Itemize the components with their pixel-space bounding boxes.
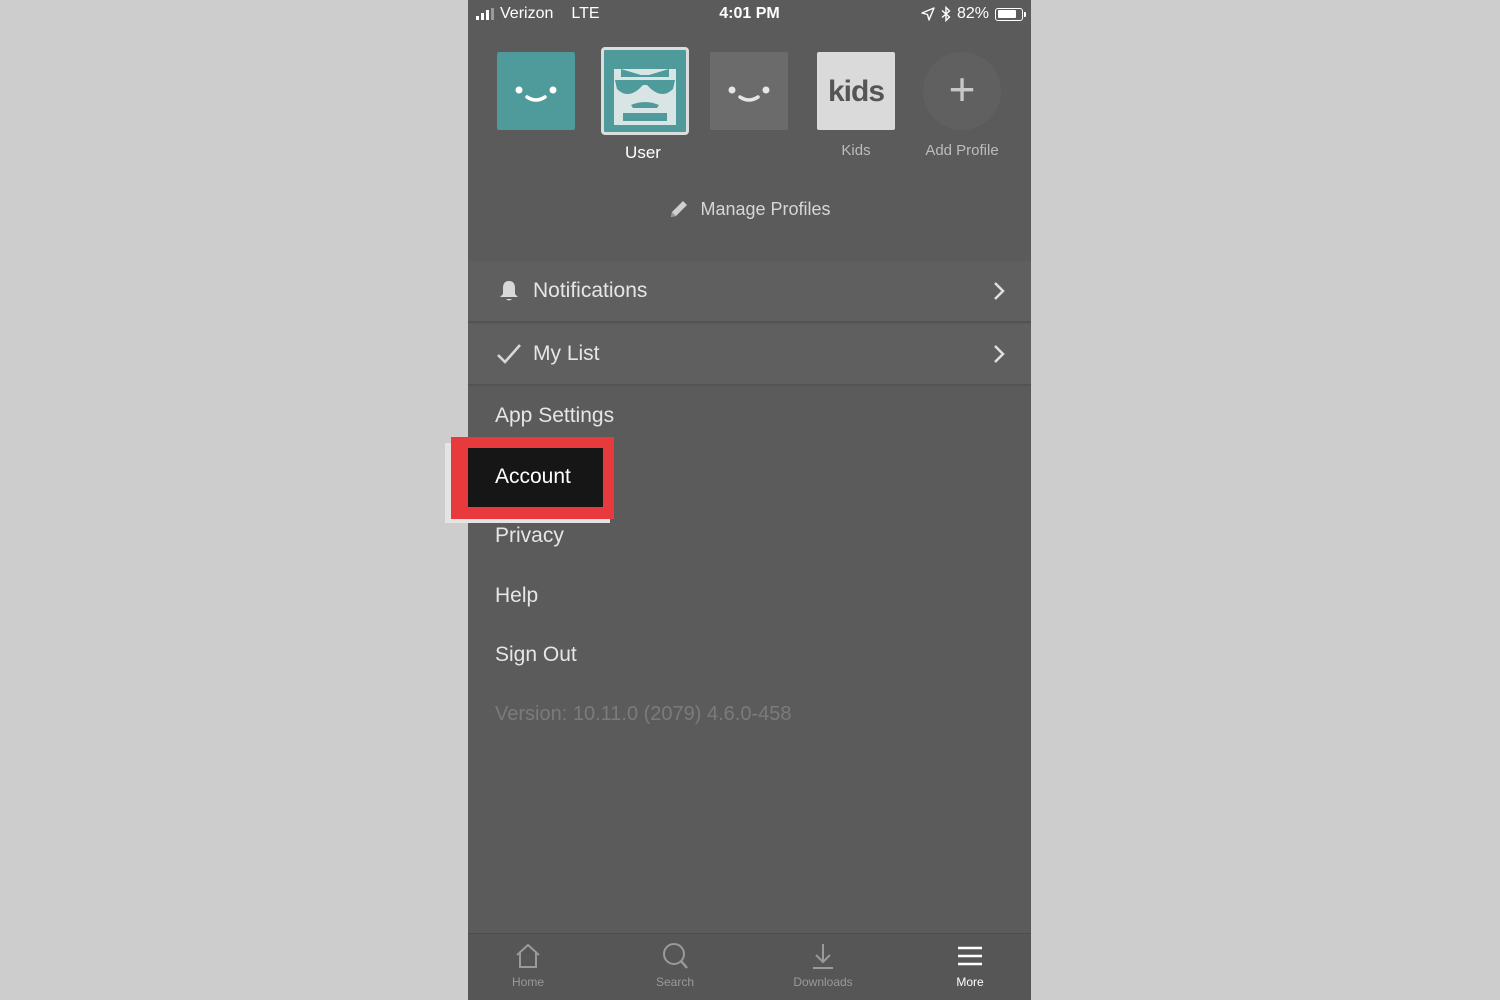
tab-home[interactable]: Home (473, 942, 583, 989)
download-icon (813, 944, 833, 969)
tab-label: Home (511, 975, 544, 989)
checkmark-icon (495, 342, 523, 366)
search-icon (663, 943, 688, 969)
notifications-row[interactable]: Notifications (468, 261, 1031, 323)
status-bar: Verizon LTE 4:01 PM 82% (468, 0, 1031, 28)
tab-search[interactable]: Search (620, 942, 730, 989)
add-profile-button[interactable]: + Add Profile (922, 52, 1002, 159)
home-icon (516, 943, 540, 968)
tab-label: More (956, 975, 984, 989)
plus-icon: + (923, 52, 1001, 130)
smiley-avatar-icon (497, 52, 575, 130)
tab-downloads[interactable]: Downloads (768, 942, 878, 989)
version-text: Version: 10.11.0 (2079) 4.6.0-458 (495, 703, 792, 725)
chevron-right-icon (994, 282, 1005, 300)
manage-profiles-button[interactable]: Manage Profiles (468, 198, 1031, 220)
smiley-avatar-icon (710, 52, 788, 130)
my-list-row[interactable]: My List (468, 324, 1031, 386)
profile-switcher: User kids Kids + Add Profile (468, 47, 1031, 172)
profile-1[interactable] (496, 52, 576, 142)
notifications-label: Notifications (533, 279, 648, 302)
pencil-icon (671, 201, 688, 217)
sign-out-item[interactable]: Sign Out (495, 643, 577, 667)
privacy-item[interactable]: Privacy (495, 524, 564, 548)
profile-label: Add Profile (925, 142, 999, 159)
my-list-label: My List (533, 342, 600, 365)
tab-label: Downloads (793, 975, 853, 989)
battery-percent: 82% (956, 5, 989, 22)
bluetooth-icon (941, 6, 951, 22)
profile-user[interactable]: User (601, 47, 689, 163)
help-item[interactable]: Help (495, 584, 538, 608)
battery-icon (995, 7, 1026, 21)
tab-more[interactable]: More (915, 942, 1025, 989)
profile-3[interactable] (709, 52, 789, 142)
sunglasses-avatar-icon (601, 47, 689, 135)
profile-label: Kids (841, 142, 871, 159)
profile-kids[interactable]: kids Kids (816, 52, 896, 159)
account-item[interactable]: Account (468, 448, 603, 507)
tab-bar: Home Search Downloads More (468, 933, 1031, 1000)
bell-icon (495, 279, 523, 303)
hamburger-menu-icon (958, 946, 982, 966)
location-arrow-icon (921, 7, 935, 21)
kids-avatar-icon: kids (817, 52, 895, 130)
profile-label: User (625, 143, 661, 162)
app-settings-item[interactable]: App Settings (495, 404, 614, 428)
chevron-right-icon (994, 345, 1005, 363)
tab-label: Search (655, 975, 695, 989)
manage-profiles-label: Manage Profiles (700, 198, 831, 219)
